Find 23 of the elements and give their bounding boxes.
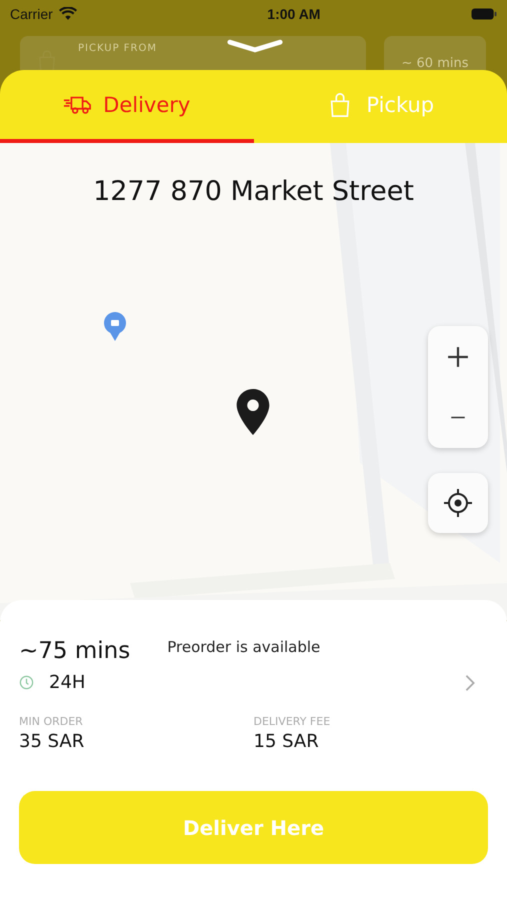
preorder-note: Preorder is available (167, 638, 320, 656)
crosshair-icon (443, 488, 473, 518)
address-label: 1277 870 Market Street (92, 176, 415, 207)
status-time: 1:00 AM (267, 6, 320, 22)
pickup-label: PICKUP FROM (78, 43, 157, 54)
time-estimate: ~ 60 mins (402, 56, 468, 70)
wifi-icon (58, 7, 77, 21)
chevron-right-icon[interactable] (464, 674, 476, 692)
opening-hours: 24H (49, 672, 86, 693)
deliver-here-button[interactable]: Deliver Here (19, 791, 488, 864)
delivery-fee-value: 15 SAR (254, 731, 320, 752)
locate-me-button[interactable] (428, 473, 488, 533)
plus-icon (447, 346, 469, 368)
location-pin-icon (235, 388, 271, 436)
tab[interactable]: Pickup (254, 70, 507, 143)
battery-icon (470, 8, 497, 20)
min-order-value: 35 SAR (19, 731, 86, 752)
delivery-time: ~75 mins (19, 638, 130, 664)
carrier-name: Carrier (10, 6, 53, 22)
collapse-chevron-icon[interactable] (226, 38, 284, 54)
min-order-label: MIN ORDER (19, 715, 84, 728)
delivery-fee-label: DELIVERY FEE (254, 715, 332, 728)
clock-icon (19, 675, 34, 690)
